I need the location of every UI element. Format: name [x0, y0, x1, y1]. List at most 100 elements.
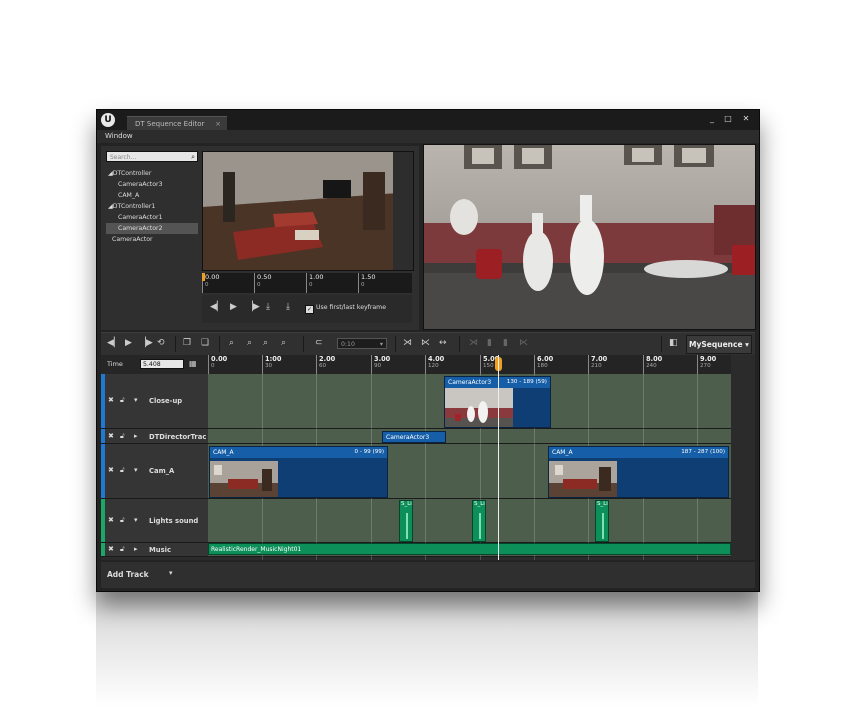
insert-disabled-icon[interactable]: ▮ [503, 338, 508, 348]
track-label: Cam_A [149, 467, 175, 475]
tree-item[interactable]: CAM_A [106, 190, 198, 201]
time-input[interactable]: 5.408 [140, 359, 184, 369]
play-icon[interactable]: ▶ [125, 338, 132, 348]
play-icon[interactable]: ▶ [230, 302, 237, 312]
lock-icon[interactable]: 🔓︎ [120, 396, 125, 405]
step-forward-icon[interactable]: ▕▶ [246, 302, 260, 312]
snap-interval-select[interactable]: 0:10 ▾ [337, 338, 387, 349]
track-row-close-up[interactable]: ✖ 🔓︎ ▾ Close-up [101, 374, 208, 429]
step-back-icon[interactable]: ◀▏ [210, 302, 224, 312]
lock-icon[interactable]: 🔓︎ [120, 545, 125, 554]
add-key-icon[interactable]: ⤓ [266, 302, 270, 312]
ruler-tick: 1:00 30 [262, 355, 281, 374]
snap-magnet-icon[interactable]: ⊂ [315, 338, 323, 348]
fit-range-icon[interactable]: ↔ [439, 338, 447, 348]
trim-left-icon[interactable]: ⋊ [403, 338, 412, 348]
music-clip[interactable]: RealisticRender_MusicNight01 [208, 543, 731, 555]
expand-caret-icon[interactable]: ▾ [134, 516, 138, 524]
loop-icon[interactable]: ⟲ [157, 338, 165, 348]
toolbar-divider [459, 336, 460, 352]
tree-item-selected[interactable]: CameraActor2 [106, 223, 198, 234]
lane-director[interactable] [208, 429, 731, 444]
ruler-time: 2.00 [319, 355, 336, 363]
tree-item[interactable]: ◢DTController [106, 168, 198, 179]
zoom-to-selection-icon[interactable]: ⌕ [263, 338, 268, 348]
track-row-director[interactable]: ✖ 🔓︎ ▸ DTDirectorTrac [101, 429, 208, 444]
delete-track-icon[interactable]: ✖ [108, 545, 114, 553]
lock-icon[interactable]: 🔓︎ [120, 516, 125, 525]
search-icon[interactable]: ⌕ [191, 152, 195, 163]
search-input[interactable]: Search... ⌕ [106, 151, 198, 162]
unreal-logo-icon: U [101, 113, 115, 127]
zoom-in-icon[interactable]: ⌕ [229, 338, 234, 348]
add-key-special-icon[interactable]: ⤓ [286, 302, 290, 312]
track-row-lights-sound[interactable]: ✖ 🔓︎ ▾ Lights sound [101, 499, 208, 543]
lane-lights-sound[interactable] [208, 499, 731, 543]
expand-caret-icon[interactable]: ▾ [134, 466, 138, 474]
track-row-music[interactable]: ✖ 🔓︎ ▸ Music [101, 543, 208, 557]
scrub-playhead[interactable] [202, 273, 205, 281]
scrub-tick-frame: 0 [205, 282, 209, 288]
lock-icon[interactable]: 🔓︎ [120, 466, 125, 475]
tree-item[interactable]: CameraActor [106, 234, 198, 245]
delete-track-icon[interactable]: ✖ [108, 516, 114, 524]
minimize-button[interactable]: _ [705, 113, 719, 124]
add-track-bar: Add Track ▾ [101, 562, 755, 588]
expand-caret-icon[interactable]: ▸ [134, 545, 138, 553]
cut-disabled-icon[interactable]: ⋊ [469, 338, 478, 348]
close-window-button[interactable]: ✕ [739, 113, 753, 124]
zoom-out-icon[interactable]: ⌕ [247, 338, 252, 348]
ruler-tick: 4.00 120 [425, 355, 444, 374]
sound-waveform [479, 513, 481, 539]
track-row-cam-a[interactable]: ✖ 🔓︎ ▾ Cam_A [101, 444, 208, 499]
trim-right-icon[interactable]: ⋉ [421, 338, 430, 348]
track-area[interactable]: 0.00 0 1:00 30 2.00 60 3.00 90 4.00 120 5.00 1… [208, 355, 731, 560]
delete-track-icon[interactable]: ✖ [108, 466, 114, 474]
shot-cam-a-1[interactable]: CAM_A 0 - 99 (99) [209, 446, 388, 498]
preview-scrubber[interactable]: 0.00 0 0.50 0 1.00 0 1.50 0 [202, 273, 412, 293]
chevron-down-icon: ▾ [379, 341, 383, 348]
chevron-down-icon[interactable]: ▾ [169, 569, 173, 577]
copy-icon[interactable]: ❐ [183, 338, 191, 348]
timeline-scrollbar[interactable] [731, 374, 755, 560]
shot-name: CameraActor3 [448, 379, 492, 386]
maximize-button[interactable]: □ [721, 113, 735, 124]
lock-icon[interactable]: 🔓︎ [120, 432, 125, 441]
shot-cam-a-2[interactable]: CAM_A 187 - 287 (100) [548, 446, 729, 498]
toolbar-divider [219, 336, 220, 352]
toolbar-divider [303, 336, 304, 352]
shot-camera-actor3-director[interactable]: CameraActor3 [382, 431, 446, 443]
time-ruler[interactable]: 0.00 0 1:00 30 2.00 60 3.00 90 4.00 120 5.00 1… [208, 355, 731, 374]
delete-track-icon[interactable]: ✖ [108, 396, 114, 404]
sequence-editor-window: U DT Sequence Editor × _ □ ✕ Window Sear… [96, 109, 760, 592]
sound-clip[interactable]: S_Li [472, 500, 486, 542]
expand-caret-icon[interactable]: ▾ [134, 396, 138, 404]
calculator-icon[interactable]: ▦ [189, 359, 197, 368]
ruler-tick: 3.00 90 [371, 355, 390, 374]
sequence-select-button[interactable]: MySequence ▾ [686, 335, 752, 354]
menu-window[interactable]: Window [105, 132, 133, 140]
tree-item[interactable]: CameraActor3 [106, 179, 198, 190]
sound-clip[interactable]: S_Li [399, 500, 413, 542]
delete-track-icon[interactable]: ✖ [108, 432, 114, 440]
sound-waveform [602, 513, 604, 539]
zoom-to-fit-icon[interactable]: ⌕ [281, 338, 286, 348]
scrub-tick: 1.00 0 [306, 273, 323, 293]
tab-dt-sequence-editor[interactable]: DT Sequence Editor × [127, 116, 227, 130]
paste-icon[interactable]: ❏ [201, 338, 209, 348]
sound-clip[interactable]: S_Li [595, 500, 609, 542]
expand-caret-icon[interactable]: ▸ [134, 432, 138, 440]
scrub-tick-frame: 0 [257, 282, 261, 288]
go-to-end-icon[interactable]: ▕▶ [139, 338, 153, 348]
tree-item[interactable]: CameraActor1 [106, 212, 198, 223]
add-track-button[interactable]: Add Track [107, 570, 149, 579]
menu-bar: Window [97, 130, 759, 143]
tree-item[interactable]: ◢DTController1 [106, 201, 198, 212]
split-disabled-icon[interactable]: ▮ [487, 338, 492, 348]
go-to-start-icon[interactable]: ◀▏ [107, 338, 121, 348]
camera-icon[interactable]: ◧ [669, 338, 678, 348]
ripple-disabled-icon[interactable]: ⋉ [519, 338, 528, 348]
first-last-keyframe-checkbox[interactable]: ✓ [305, 305, 314, 314]
playhead-line[interactable] [498, 355, 499, 560]
tab-close-icon[interactable]: × [215, 117, 221, 131]
